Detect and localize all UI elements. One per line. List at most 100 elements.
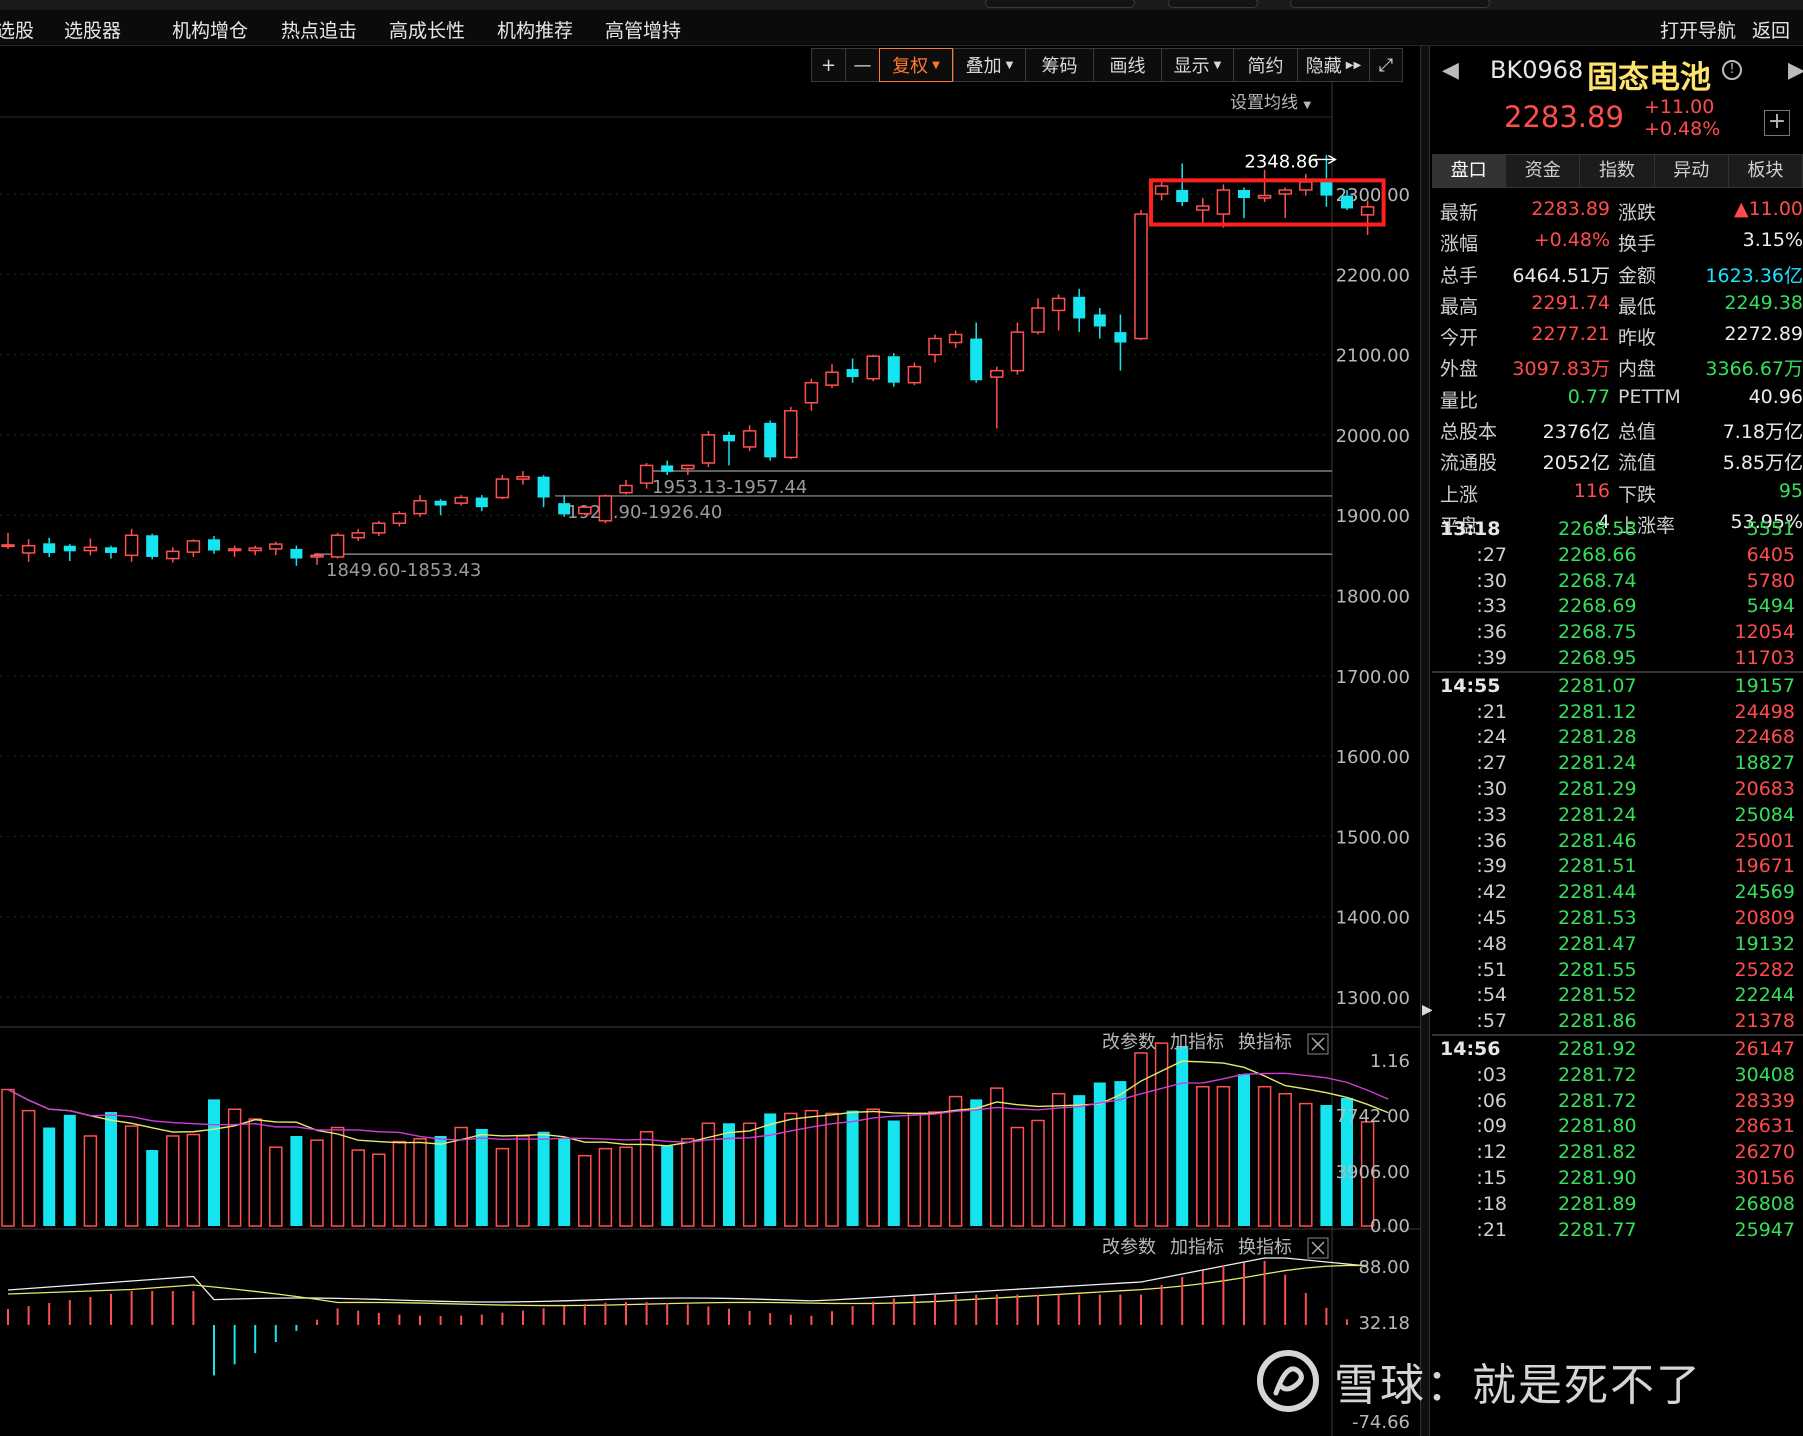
tick-row: :57 2281.86 21378 <box>1432 1008 1803 1034</box>
quote-value: 2272.89 <box>1724 323 1803 346</box>
volume-bar <box>1257 1085 1272 1227</box>
volume-bar <box>764 1113 777 1226</box>
macd-dea-line <box>7 1264 1368 1307</box>
draw-line-button[interactable]: 画线 <box>1093 48 1161 82</box>
quote-row: 最高 2291.74 最低 2249.38 <box>1432 288 1803 319</box>
draw-line-label: 画线 <box>1109 56 1146 77</box>
quote-label: 总手 <box>1440 264 1479 287</box>
tick-price: 2281.24 <box>1558 803 1637 826</box>
tick-price: 2281.12 <box>1558 700 1637 723</box>
tick-volume: 30156 <box>1734 1166 1795 1189</box>
tick-row: :21 2281.77 25947 <box>1432 1217 1803 1243</box>
quote-label: PETTM <box>1618 385 1681 408</box>
tick-volume: 30408 <box>1734 1063 1795 1086</box>
tick-time: 14:55 <box>1440 674 1501 697</box>
volume-bar <box>186 1133 201 1227</box>
simple-button[interactable]: 简约 <box>1233 48 1297 82</box>
quote-value: 2291.74 <box>1531 291 1610 314</box>
candle <box>63 544 76 561</box>
tick-time: :21 <box>1476 700 1507 723</box>
macd-panel-button[interactable]: 改参数 <box>1102 1237 1156 1258</box>
tick-price: 2281.51 <box>1558 855 1637 878</box>
macd-panel-button[interactable]: 换指标 <box>1238 1237 1292 1258</box>
candle <box>1216 184 1231 228</box>
candle <box>1114 314 1127 371</box>
candle <box>1 532 15 549</box>
tick-volume: 6405 <box>1746 543 1795 566</box>
next-arrow-icon[interactable]: ▶ <box>1788 58 1803 83</box>
quote-value: 3366.67万 <box>1705 358 1803 381</box>
volume-bar <box>208 1099 220 1226</box>
collapse-arrow-icon[interactable]: ▶ <box>1422 1002 1433 1032</box>
tab-zhishu[interactable]: 指数 <box>1580 155 1655 187</box>
macd-panel-button[interactable]: 加指标 <box>1170 1237 1224 1258</box>
candle <box>434 499 447 516</box>
tick-time: :48 <box>1476 932 1507 955</box>
candle <box>290 545 303 566</box>
tab-bankuai[interactable]: 板块 <box>1729 155 1803 187</box>
volume-bar <box>1114 1081 1127 1226</box>
kline-chart[interactable]: 2300.002200.002100.002000.001900.001800.… <box>0 0 1420 1436</box>
set-ma-button[interactable]: 设置均线 ▼ <box>1230 88 1311 113</box>
candle <box>248 545 262 556</box>
gap-label: 1953.13-1957.44 <box>652 477 807 498</box>
last-price: 2283.89 <box>1504 100 1624 134</box>
volume-bar <box>1238 1074 1250 1226</box>
overlay-button[interactable]: 叠加 ▼ <box>953 48 1025 82</box>
add-watchlist-button[interactable]: + <box>1764 110 1790 136</box>
tick-price: 2268.58 <box>1558 518 1637 540</box>
tick-row: :36 2268.75 12054 <box>1432 619 1803 645</box>
quote-value: ▲11.00 <box>1733 198 1803 220</box>
tick-price: 2281.46 <box>1558 829 1637 852</box>
candle <box>639 463 654 489</box>
menu-open-nav[interactable]: 打开导航 <box>1660 16 1736 43</box>
zoom-in-button[interactable]: + <box>811 48 845 82</box>
tick-row: :15 2281.90 30156 <box>1432 1165 1803 1191</box>
tick-time: :51 <box>1476 958 1507 981</box>
chip-button[interactable]: 筹码 <box>1025 48 1093 82</box>
quote-label: 外盘 <box>1440 358 1479 381</box>
prev-arrow-icon[interactable]: ◀ <box>1442 58 1459 83</box>
double-arrow-icon: ▶▶ <box>1345 59 1362 71</box>
candle <box>413 495 427 517</box>
tick-price: 2281.53 <box>1558 906 1637 929</box>
volume-bar <box>310 1139 324 1227</box>
tick-volume: 26270 <box>1734 1141 1795 1164</box>
menu-back[interactable]: 返回 <box>1752 16 1790 43</box>
volume-panel-button[interactable]: 改参数 <box>1102 1032 1156 1053</box>
tick-price: 2281.92 <box>1558 1037 1637 1060</box>
volume-bar <box>166 1135 180 1227</box>
tab-yidong[interactable]: 异动 <box>1655 155 1729 187</box>
info-icon[interactable]: ! <box>1722 60 1742 80</box>
tab-zijin[interactable]: 资金 <box>1506 155 1581 187</box>
candle <box>105 545 117 559</box>
volume-bar <box>105 1112 117 1226</box>
quote-value: 7.18万亿 <box>1722 421 1803 444</box>
quote-value: 3.15% <box>1742 229 1803 252</box>
tick-time: 13:18 <box>1440 518 1501 540</box>
fuquan-button[interactable]: 复权 ▼ <box>879 48 953 82</box>
volume-panel-button[interactable]: 换指标 <box>1238 1032 1292 1053</box>
zoom-out-button[interactable]: — <box>845 48 879 82</box>
panel-divider[interactable] <box>1420 46 1430 1436</box>
tick-volume: 20683 <box>1734 777 1795 800</box>
volume-panel-button[interactable]: 加指标 <box>1170 1032 1224 1053</box>
quote-row: 总股本 2376亿 总值 7.18万亿 <box>1432 413 1803 444</box>
candle <box>372 520 386 537</box>
quote-value: 2283.89 <box>1531 198 1610 220</box>
candle <box>21 539 36 562</box>
volume-bar <box>351 1149 365 1227</box>
tab-pankou[interactable]: 盘口 <box>1432 155 1507 187</box>
fullscreen-button[interactable]: ⤢ <box>1369 48 1403 82</box>
price-tick-label: 2200.00 <box>1336 265 1410 286</box>
tick-time: :33 <box>1476 803 1507 826</box>
hide-button[interactable]: 隐藏 ▶▶ <box>1297 48 1369 82</box>
display-button[interactable]: 显示 ▼ <box>1161 48 1233 82</box>
volume-bar <box>598 1147 613 1227</box>
volume-bar <box>63 1114 76 1226</box>
tick-list[interactable]: 13:18 2268.58 5551:27 2268.66 6405:30 2268.74… <box>1432 516 1803 1242</box>
tick-row: :24 2281.28 22468 <box>1432 724 1803 750</box>
quote-table: 最新 2283.89 涨跌 ▲11.00 涨幅 +0.48% 换手 3.15% 总手 6464.5… <box>1432 194 1803 538</box>
macd-tick-label: 32.18 <box>1358 1313 1410 1334</box>
tick-price: 2281.86 <box>1558 1010 1637 1033</box>
